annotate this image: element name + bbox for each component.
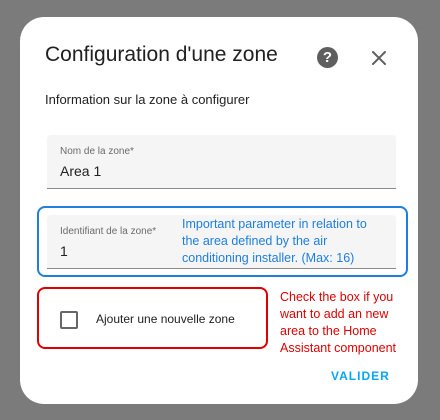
zone-id-value[interactable]: 1 — [60, 243, 68, 259]
checkbox-note-line: Check the box if you — [280, 290, 394, 304]
checkbox-annotation-note: Check the box if you want to add an new … — [280, 289, 420, 357]
zone-id-annotation-note: Important parameter in relation to the a… — [182, 216, 402, 267]
zone-id-note-line: Important parameter in relation to — [182, 217, 367, 231]
zone-name-label: Nom de la zone* — [60, 146, 134, 157]
help-icon[interactable]: ? — [317, 47, 338, 68]
add-zone-checkbox[interactable] — [60, 311, 78, 329]
zone-name-value[interactable]: Area 1 — [60, 163, 101, 179]
zone-id-note-line: conditioning installer. (Max: 16) — [182, 251, 355, 265]
zone-id-label: Identifiant de la zone* — [60, 226, 157, 237]
dialog-subtitle: Information sur la zone à configurer — [45, 92, 250, 107]
checkbox-note-line: area to the Home — [280, 324, 377, 338]
add-zone-checkbox-row[interactable]: Ajouter une nouvelle zone — [47, 300, 269, 340]
dialog-title: Configuration d'une zone — [45, 43, 278, 66]
valider-button[interactable]: VALIDER — [331, 369, 390, 383]
zone-id-note-line: the area defined by the air — [182, 234, 328, 248]
checkbox-note-line: Assistant component — [280, 341, 397, 355]
checkbox-note-line: want to add an new — [280, 307, 389, 321]
close-icon[interactable] — [368, 47, 390, 69]
zone-name-field[interactable]: Nom de la zone* Area 1 — [47, 135, 396, 189]
add-zone-checkbox-label: Ajouter une nouvelle zone — [96, 312, 235, 326]
